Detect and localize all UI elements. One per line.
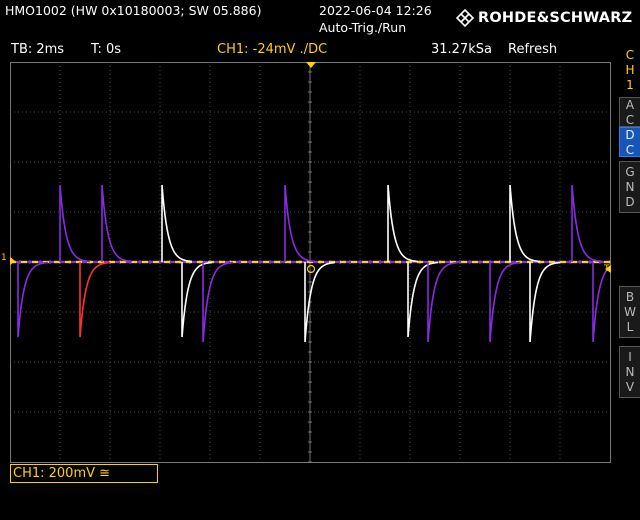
bandwidth-limit-button[interactable]: B W L <box>619 286 640 338</box>
channel-trigger[interactable]: CH1: -24mV ./DC <box>217 42 327 57</box>
brand-name: ROHDE&SCHWARZ <box>478 10 633 26</box>
acquisition-mode[interactable]: Refresh <box>508 42 557 57</box>
rohde-schwarz-logo-icon <box>456 9 474 27</box>
timebase[interactable]: TB: 2ms <box>11 42 64 57</box>
channel-1-tab[interactable]: C H 1 <box>620 48 640 93</box>
invert-button[interactable]: I N V <box>619 346 640 398</box>
coupling-dc-button[interactable]: D C <box>619 127 640 157</box>
coupling-ac-button[interactable]: A C <box>619 97 640 127</box>
ch1-left-marker-label: 1 <box>1 253 7 263</box>
trigger-right-marker-label: T <box>604 264 610 274</box>
waveform-display[interactable] <box>10 62 611 463</box>
coupling-gnd-button[interactable]: G N D <box>619 161 640 213</box>
trigger-mode: Auto-Trig./Run <box>319 20 407 35</box>
sample-rate: 31.27kSa <box>431 42 492 57</box>
ch1-scale-readout[interactable]: CH1: 200mV ≅ <box>10 464 158 483</box>
device-info: HMO1002 (HW 0x10180003; SW 05.886) <box>5 3 262 18</box>
datetime: 2022-06-04 12:26 <box>319 3 432 18</box>
trigger-time[interactable]: T: 0s <box>91 42 121 57</box>
brand-logo: ROHDE&SCHWARZ <box>456 9 632 27</box>
